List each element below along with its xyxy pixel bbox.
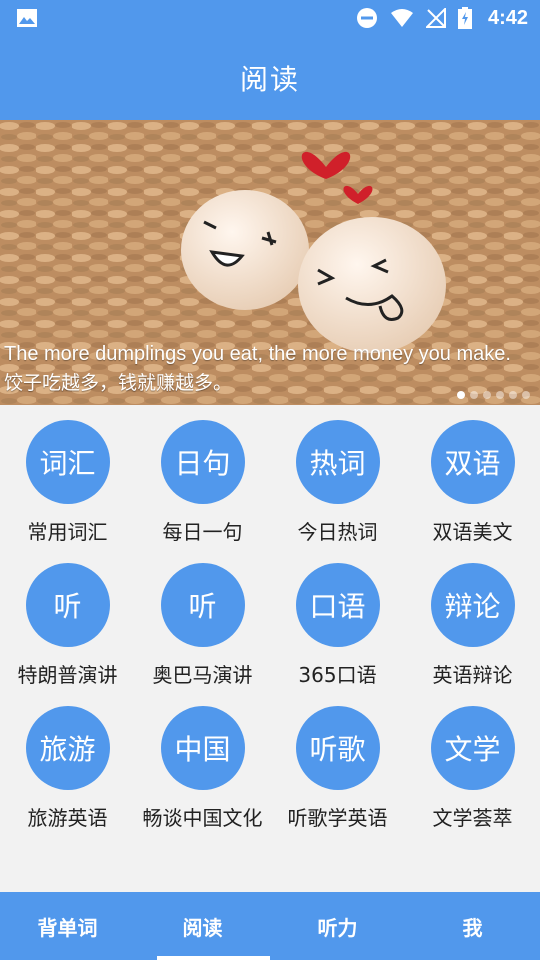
banner-caption: The more dumplings you eat, the more mon… — [4, 340, 511, 398]
carousel-dot — [470, 391, 478, 399]
category-icon: 中国 — [160, 706, 245, 790]
status-time: 4:42 — [487, 6, 528, 29]
category-label: 英语辩论 — [432, 663, 513, 687]
image-notification-icon — [17, 9, 37, 27]
carousel-dot — [496, 391, 504, 399]
carousel-dot — [509, 391, 517, 399]
category-item[interactable]: 口语 365口语 — [270, 548, 405, 691]
category-item[interactable]: 词汇 常用词汇 — [0, 405, 135, 548]
carousel-dot — [522, 391, 530, 399]
category-item[interactable]: 听奥巴马演讲 — [135, 548, 270, 691]
category-icon: 听 — [160, 563, 245, 647]
category-item[interactable]: 旅游 旅游英语 — [0, 691, 135, 834]
category-label: 文学荟萃 — [432, 806, 513, 830]
carousel-indicator — [457, 391, 530, 399]
category-item[interactable]: 听歌 听歌学英语 — [270, 691, 405, 834]
carousel-dot — [483, 391, 491, 399]
category-grid: 词汇 常用词汇 日句 每日一句 热词 今日热词 双语 双语美文听特朗普演讲听奥巴马演讲 口语 36… — [0, 405, 540, 834]
nav-tab[interactable]: 我 — [405, 892, 540, 960]
category-icon: 旅游 — [25, 706, 110, 790]
category-item[interactable]: 日句 每日一句 — [135, 405, 270, 548]
category-item[interactable]: 辩论 英语辩论 — [405, 548, 540, 691]
category-label: 365口语 — [298, 663, 377, 687]
status-bar: 4:42 — [0, 0, 540, 36]
category-icon: 日句 — [160, 420, 245, 504]
category-icon: 词汇 — [25, 420, 110, 504]
category-icon: 听歌 — [295, 706, 380, 790]
category-label: 今日热词 — [297, 520, 378, 544]
banner-carousel[interactable]: The more dumplings you eat, the more mon… — [0, 120, 540, 405]
banner-caption-english: The more dumplings you eat, the more mon… — [4, 343, 511, 365]
nav-tab[interactable]: 阅读 — [135, 892, 270, 960]
category-item[interactable]: 中国 畅谈中国文化 — [135, 691, 270, 834]
category-label: 奥巴马演讲 — [152, 663, 253, 687]
wifi-icon — [390, 9, 413, 27]
carousel-dot — [457, 391, 465, 399]
category-item[interactable]: 热词 今日热词 — [270, 405, 405, 548]
bottom-navigation: 背单词 阅读 听力我 — [0, 892, 540, 960]
category-item[interactable]: 双语 双语美文 — [405, 405, 540, 548]
app-header: 阅读 — [0, 36, 540, 120]
category-label: 常用词汇 — [27, 520, 108, 544]
category-item[interactable]: 听特朗普演讲 — [0, 548, 135, 691]
nav-tab[interactable]: 背单词 — [0, 892, 135, 960]
category-label: 每日一句 — [162, 520, 243, 544]
category-label: 旅游英语 — [27, 806, 108, 830]
page-title: 阅读 — [239, 63, 300, 96]
do-not-disturb-icon — [356, 8, 377, 28]
battery-charging-icon — [457, 7, 472, 29]
nav-tab[interactable]: 听力 — [270, 892, 405, 960]
category-icon: 辩论 — [430, 563, 515, 647]
category-icon: 双语 — [430, 420, 515, 504]
no-signal-icon — [425, 8, 446, 28]
category-label: 听歌学英语 — [287, 806, 388, 830]
category-label: 畅谈中国文化 — [142, 806, 263, 830]
category-item[interactable]: 文学 文学荟萃 — [405, 691, 540, 834]
banner-caption-chinese: 饺子吃越多，钱就赚越多。 — [4, 372, 233, 394]
category-icon: 热词 — [295, 420, 380, 504]
category-icon: 听 — [25, 563, 110, 647]
category-icon: 口语 — [295, 563, 380, 647]
category-label: 特朗普演讲 — [17, 663, 118, 687]
category-label: 双语美文 — [432, 520, 513, 544]
category-icon: 文学 — [430, 706, 515, 790]
